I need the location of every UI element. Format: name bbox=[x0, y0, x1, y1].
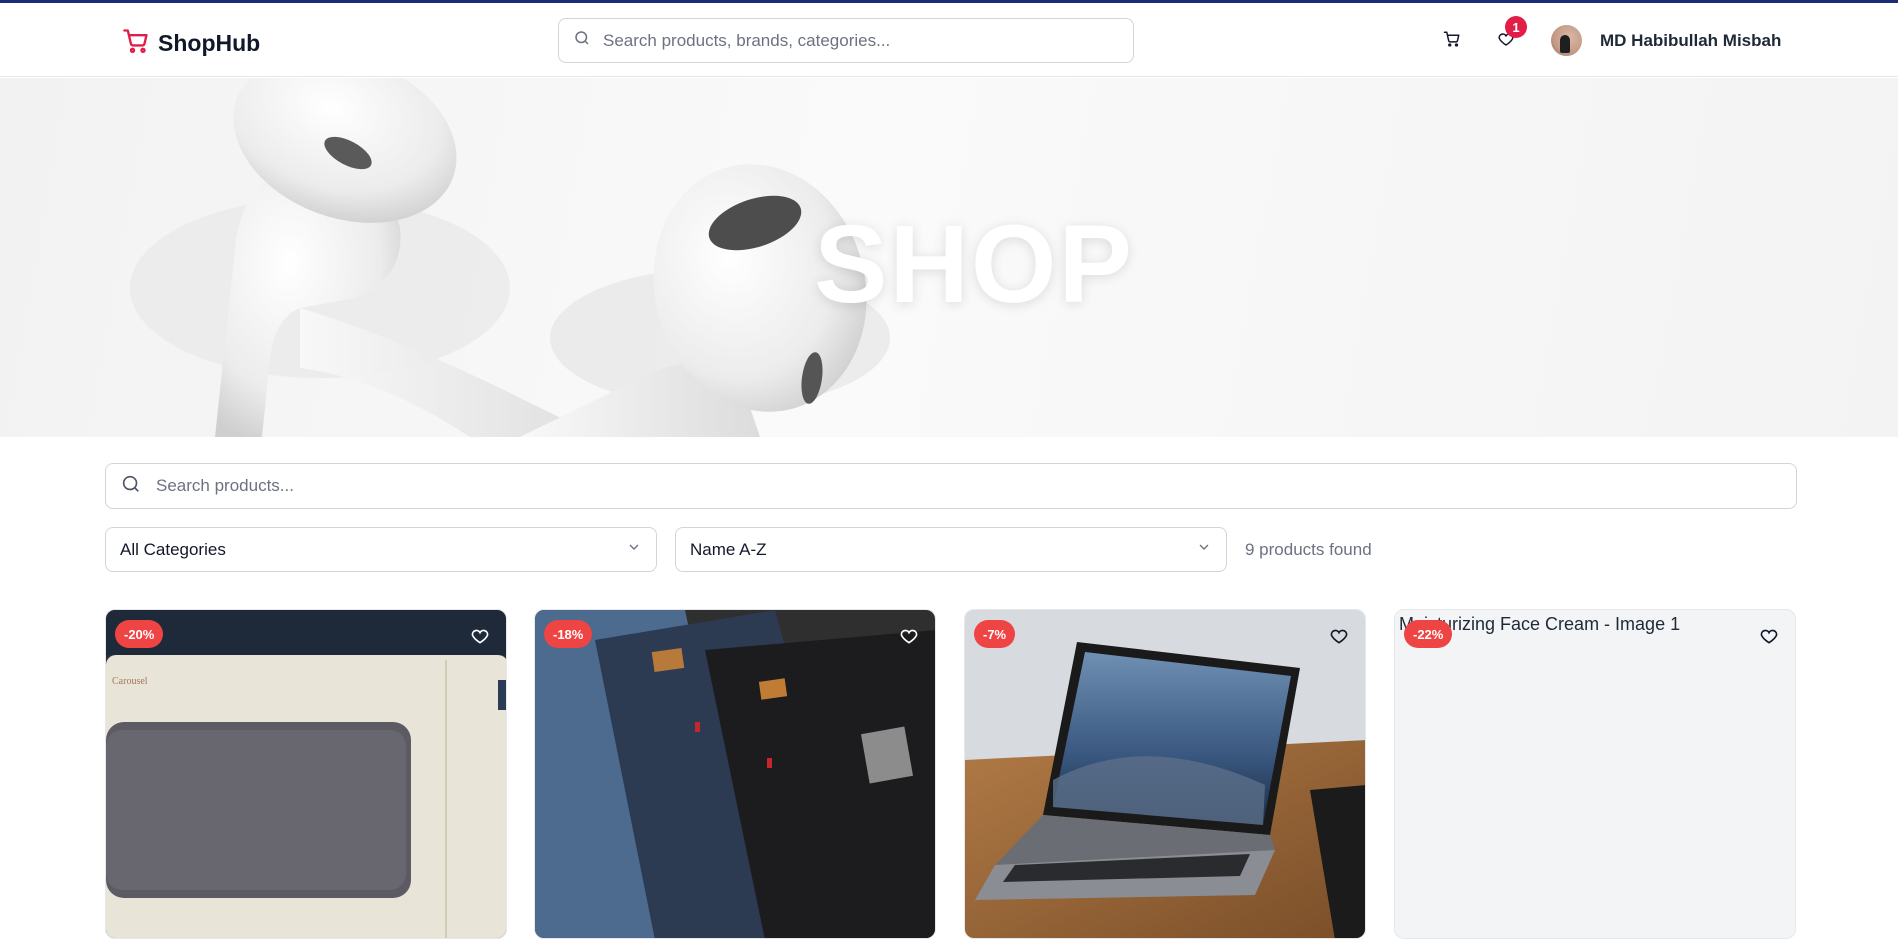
product-image bbox=[535, 610, 935, 938]
brand-logo[interactable]: ShopHub bbox=[122, 27, 260, 60]
hero-title: SHOP bbox=[814, 203, 1134, 326]
heart-icon bbox=[900, 629, 918, 644]
discount-badge: -7% bbox=[974, 620, 1016, 648]
hero-banner: SHOP bbox=[0, 78, 1898, 437]
add-to-wishlist-button[interactable] bbox=[1329, 626, 1351, 648]
product-search-input[interactable] bbox=[156, 476, 1756, 496]
product-card[interactable]: Carousel -20% bbox=[105, 609, 507, 939]
product-image: Carousel bbox=[106, 610, 506, 938]
category-select-value: All Categories bbox=[120, 539, 226, 559]
header-search bbox=[558, 18, 1134, 63]
header-search-input[interactable] bbox=[603, 30, 1103, 51]
discount-badge: -20% bbox=[115, 620, 164, 648]
chevron-down-icon bbox=[1196, 539, 1212, 560]
add-to-wishlist-button[interactable] bbox=[899, 626, 921, 648]
user-avatar[interactable] bbox=[1551, 25, 1582, 56]
cart-button[interactable] bbox=[1436, 25, 1468, 57]
site-header: ShopHub 1 MD Habibullah Misbah bbox=[0, 3, 1898, 77]
chevron-down-icon bbox=[626, 539, 642, 560]
product-image bbox=[965, 610, 1365, 938]
cart-logo-icon bbox=[122, 27, 150, 60]
sort-select-value: Name A-Z bbox=[690, 539, 767, 559]
discount-badge: -22% bbox=[1404, 620, 1453, 648]
search-icon bbox=[573, 29, 591, 52]
category-select[interactable]: All Categories bbox=[105, 527, 657, 572]
svg-text:Carousel: Carousel bbox=[112, 676, 148, 687]
product-card[interactable]: -7% bbox=[964, 609, 1366, 939]
heart-icon bbox=[471, 629, 489, 644]
search-icon bbox=[120, 473, 142, 500]
brand-name: ShopHub bbox=[158, 30, 261, 56]
product-card[interactable]: -18% bbox=[534, 609, 936, 939]
add-to-wishlist-button[interactable] bbox=[1759, 626, 1781, 648]
product-card[interactable]: Moisturizing Face Cream - Image 1 -22% bbox=[1394, 609, 1796, 939]
user-name[interactable]: MD Habibullah Misbah bbox=[1600, 31, 1781, 51]
heart-icon bbox=[1330, 629, 1348, 644]
sort-select[interactable]: Name A-Z bbox=[675, 527, 1227, 572]
cart-icon bbox=[1443, 30, 1461, 53]
wishlist-count-badge: 1 bbox=[1505, 16, 1527, 38]
add-to-wishlist-button[interactable] bbox=[470, 626, 492, 648]
product-search bbox=[105, 463, 1797, 509]
discount-badge: -18% bbox=[544, 620, 593, 648]
heart-icon bbox=[1760, 629, 1778, 644]
result-count: 9 products found bbox=[1245, 540, 1372, 559]
